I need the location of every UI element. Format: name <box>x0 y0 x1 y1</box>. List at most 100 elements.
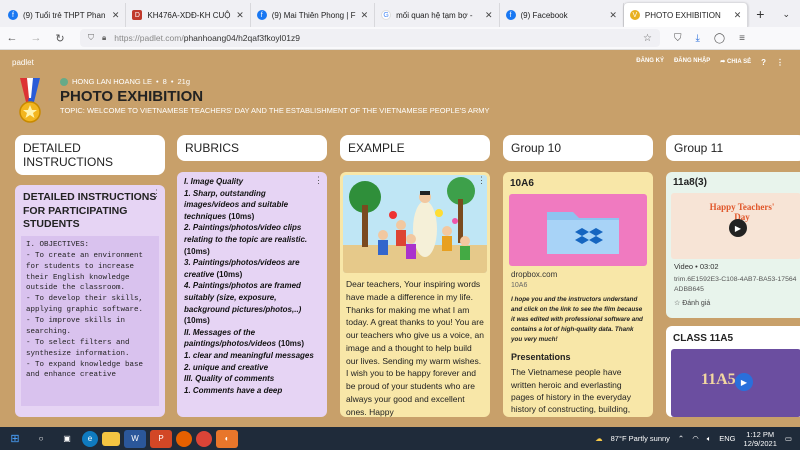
rubric-text: II. Messages of the paintings/photos/vid… <box>184 327 277 349</box>
time: 1:12 PM <box>746 429 775 439</box>
class-video-thumbnail[interactable]: 11A5 ▶ <box>671 349 800 417</box>
rubric-item: II. Messages of the paintings/photos/vid… <box>184 327 320 350</box>
browser-tab-4[interactable]: Gmối quan hệ tạm bợ - ✕ <box>375 3 500 27</box>
share-button[interactable]: ➦ CHIA SẺ <box>720 58 751 67</box>
link-domain[interactable]: dropbox.com <box>503 268 653 281</box>
clock[interactable]: 1:12 PM 12/9/2021 <box>744 430 777 448</box>
padlet-header: padlet ĐĂNG KÝ ĐĂNG NHẬP ➦ CHIA SẺ ? ⋮ H… <box>0 50 800 128</box>
example-card[interactable]: ⋮ Dear teachers, Your inspiring words ha… <box>340 172 490 417</box>
browser-tab-5[interactable]: f (9) Facebook ✕ <box>500 3 624 27</box>
column-header[interactable]: EXAMPLE <box>340 135 490 161</box>
card-title: 11a8(3) <box>673 177 707 188</box>
powerpoint-icon[interactable]: P <box>150 429 172 448</box>
column-group11: Group 11 <box>666 135 800 161</box>
chrome-icon[interactable] <box>196 430 212 447</box>
rubric-text: 1. Comments have a deep <box>184 385 283 395</box>
volume-icon[interactable]: 🔈︎ <box>707 434 712 444</box>
windows-taskbar: ⊞ ○ ▣ e W P ◐ ☁ 87°F Partly sunny ⌃ ◠ 🔈︎… <box>0 427 800 450</box>
notification-icon[interactable]: ▭ <box>785 434 792 443</box>
play-icon[interactable]: ▶ <box>729 219 747 237</box>
account-icon[interactable]: ◯ <box>714 33 725 44</box>
column-header[interactable]: Group 11 <box>666 135 800 161</box>
browser-tab-3[interactable]: f (9) Mai Thiên Phong | F ✕ <box>251 3 376 27</box>
dropbox-link-preview[interactable] <box>509 194 647 266</box>
browser-tab-1[interactable]: f (9) Tuổi trẻ THPT Phan ✕ <box>2 3 127 27</box>
close-icon[interactable]: ✕ <box>112 10 120 21</box>
date: 12/9/2021 <box>743 438 777 448</box>
more-icon[interactable]: ⋮ <box>314 175 323 186</box>
group11-card[interactable]: 11a8(3) Happy Teachers' Day ▶ Video • 03… <box>666 172 800 318</box>
star-icon[interactable]: ☆ <box>643 33 652 44</box>
close-icon[interactable]: ✕ <box>485 10 493 21</box>
app-icon[interactable]: ◐ <box>216 429 238 448</box>
column-group10: Group 10 <box>503 135 653 161</box>
group10-card[interactable]: 10A6 dropbox.com 10A6 I hope you and the… <box>503 172 653 417</box>
column-header[interactable]: RUBRICS <box>177 135 327 161</box>
browser-tab-2[interactable]: D KH476A-XDĐ-KH CUỘ ✕ <box>126 3 251 27</box>
facebook-icon: f <box>256 10 267 20</box>
download-icon[interactable]: ⤓ <box>696 33 700 44</box>
lock-icon: 🔒︎ <box>102 33 107 42</box>
more-icon[interactable]: ⋮ <box>152 188 161 199</box>
reload-icon[interactable]: ↻ <box>48 32 72 45</box>
forward-icon[interactable]: → <box>24 32 48 44</box>
rubric-item: III. Quality of comments <box>184 373 320 385</box>
video-thumbnail[interactable]: Happy Teachers' Day ▶ <box>671 193 800 259</box>
rubrics-card[interactable]: ⋮ I. Image Quality 1. Sharp, outstanding … <box>177 172 327 417</box>
rubric-score: (10ms) <box>214 269 243 279</box>
rubric-item: I. Image Quality <box>184 176 320 188</box>
login-button[interactable]: ĐĂNG NHẬP <box>674 58 710 67</box>
new-tab-button[interactable]: + <box>748 3 772 27</box>
rubric-text: I. Image Quality <box>184 177 244 186</box>
close-icon[interactable]: ✕ <box>609 10 617 21</box>
rubric-list: I. Image Quality 1. Sharp, outstanding im… <box>177 172 327 400</box>
video-filename: trim.6E1592E3-C108-4AB7-BA53-17564ADBB64… <box>674 276 797 293</box>
close-icon[interactable]: ✕ <box>236 10 244 21</box>
firefox-icon[interactable] <box>176 430 192 447</box>
padlet-logo[interactable]: padlet <box>12 58 34 67</box>
menu-icon[interactable]: ≡ <box>739 33 745 44</box>
browser-tab-active[interactable]: V PHOTO EXHIBITION ✕ <box>623 3 749 27</box>
group10-note: I hope you and the instructors understan… <box>511 296 643 344</box>
address-bar[interactable]: ⛉ 🔒︎ https://padlet.com/phanhoang04/h2qa… <box>80 29 660 47</box>
play-icon[interactable]: ▶ <box>735 373 753 391</box>
medal-icon <box>19 78 41 123</box>
rubric-item: 1. Sharp, outstanding images/videos and … <box>184 188 320 223</box>
rubric-score: (10ms) <box>226 211 255 221</box>
chevron-up-icon[interactable]: ⌃ <box>678 434 684 443</box>
chevron-down-icon[interactable]: ⌄ <box>772 3 800 27</box>
close-icon[interactable]: ✕ <box>361 10 369 21</box>
back-icon[interactable]: ← <box>0 32 24 44</box>
word-icon[interactable]: W <box>124 429 146 448</box>
search-icon[interactable]: ○ <box>30 430 52 448</box>
network-icon[interactable]: ◠ <box>692 434 699 443</box>
instructions-card[interactable]: ⋮ DETAILED INSTRUCTIONS FOR PARTICIPATIN… <box>15 185 165 417</box>
rate-button[interactable]: ☆ Đánh giá <box>666 297 800 309</box>
page-title: PHOTO EXHIBITION <box>60 88 204 105</box>
rate-label: Đánh giá <box>682 300 711 308</box>
url-host: https://padlet.com/ <box>114 33 184 43</box>
more-button[interactable]: ⋮ <box>776 58 784 67</box>
task-view-icon[interactable]: ▣ <box>56 430 78 448</box>
folder-icon <box>547 212 619 254</box>
windows-start-icon[interactable]: ⊞ <box>4 430 26 448</box>
rubric-text: 1. clear and meaningful messages <box>184 350 314 360</box>
shield-icon[interactable]: ⛉ <box>674 33 682 44</box>
edge-icon[interactable]: e <box>82 430 98 447</box>
score: 8 <box>162 77 167 86</box>
rubric-item: 1. Comments have a deep <box>184 385 320 397</box>
help-button[interactable]: ? <box>761 58 766 67</box>
rubric-item: 4. Paintings/photos are framed suitably … <box>184 280 320 326</box>
column-header[interactable]: Group 10 <box>503 135 653 161</box>
column-header[interactable]: DETAILED INSTRUCTIONS <box>15 135 165 175</box>
tab-label: (9) Tuổi trẻ THPT Phan <box>23 10 106 20</box>
close-icon[interactable]: ✕ <box>734 10 742 21</box>
weather-text[interactable]: 87°F Partly sunny <box>611 434 670 443</box>
class-card[interactable]: CLASS 11A5 11A5 ▶ <box>666 326 800 417</box>
column-instructions: DETAILED INSTRUCTIONS <box>15 135 165 175</box>
file-explorer-icon[interactable] <box>102 431 120 446</box>
language-indicator[interactable]: ENG <box>719 434 735 443</box>
card-title: CLASS 11A5 <box>673 333 734 344</box>
signup-button[interactable]: ĐĂNG KÝ <box>636 58 664 67</box>
more-icon[interactable]: ⋮ <box>477 175 486 186</box>
